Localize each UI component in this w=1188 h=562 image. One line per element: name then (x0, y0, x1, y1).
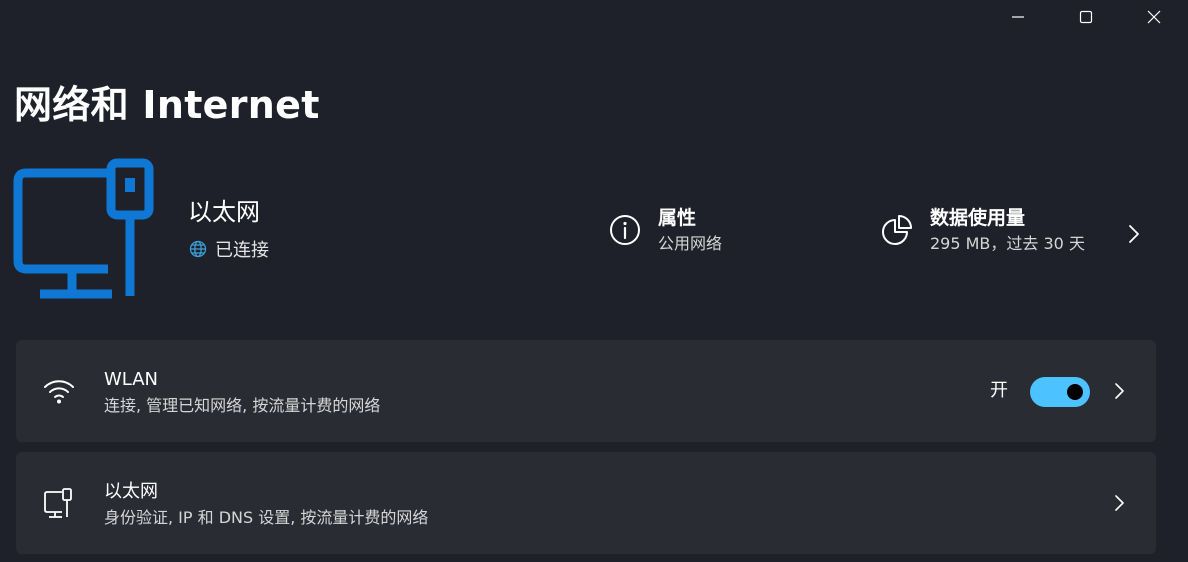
properties-summary[interactable]: 属性 公用网络 (608, 204, 722, 256)
ethernet-card[interactable]: 以太网 身份验证, IP 和 DNS 设置, 按流量计费的网络 (16, 452, 1156, 554)
hero-connection-name: 以太网 (188, 198, 260, 226)
pie-chart-icon (882, 215, 912, 245)
ethernet-monitor-icon (13, 158, 154, 299)
wifi-icon (44, 380, 74, 404)
data-usage-title: 数据使用量 (930, 207, 1026, 229)
window-controls (984, 0, 1188, 34)
wlan-subtitle: 连接, 管理已知网络, 按流量计费的网络 (104, 396, 381, 415)
chevron-right-icon (1115, 495, 1124, 511)
ethernet-subtitle: 身份验证, IP 和 DNS 设置, 按流量计费的网络 (104, 508, 429, 527)
hero-connection-status: 已连接 (189, 236, 269, 262)
globe-icon (189, 240, 207, 258)
properties-subtitle: 公用网络 (658, 234, 723, 253)
properties-title: 属性 (658, 207, 697, 229)
minimize-icon (1012, 16, 1024, 18)
maximize-button[interactable] (1052, 0, 1120, 34)
maximize-icon (1079, 10, 1093, 24)
wlan-title: WLAN (104, 369, 159, 390)
info-icon (610, 215, 640, 245)
chevron-right-icon (1115, 383, 1124, 399)
close-button[interactable] (1120, 0, 1188, 34)
minimize-button[interactable] (984, 0, 1052, 34)
ethernet-title: 以太网 (104, 481, 158, 502)
wlan-card[interactable]: WLAN 连接, 管理已知网络, 按流量计费的网络 开 (16, 340, 1156, 442)
wlan-toggle-label: 开 (990, 380, 1008, 401)
hero-status-text: 已连接 (215, 240, 269, 261)
page-title: 网络和 Internet (14, 83, 320, 127)
close-icon (1147, 10, 1161, 24)
chevron-right-icon[interactable] (1124, 222, 1144, 246)
ethernet-icon (44, 488, 72, 518)
data-usage-subtitle: 295 MB，过去 30 天 (930, 234, 1085, 253)
wlan-toggle[interactable] (1030, 377, 1090, 407)
data-usage-summary[interactable]: 数据使用量 295 MB，过去 30 天 (880, 204, 1085, 256)
toggle-knob (1067, 384, 1083, 400)
